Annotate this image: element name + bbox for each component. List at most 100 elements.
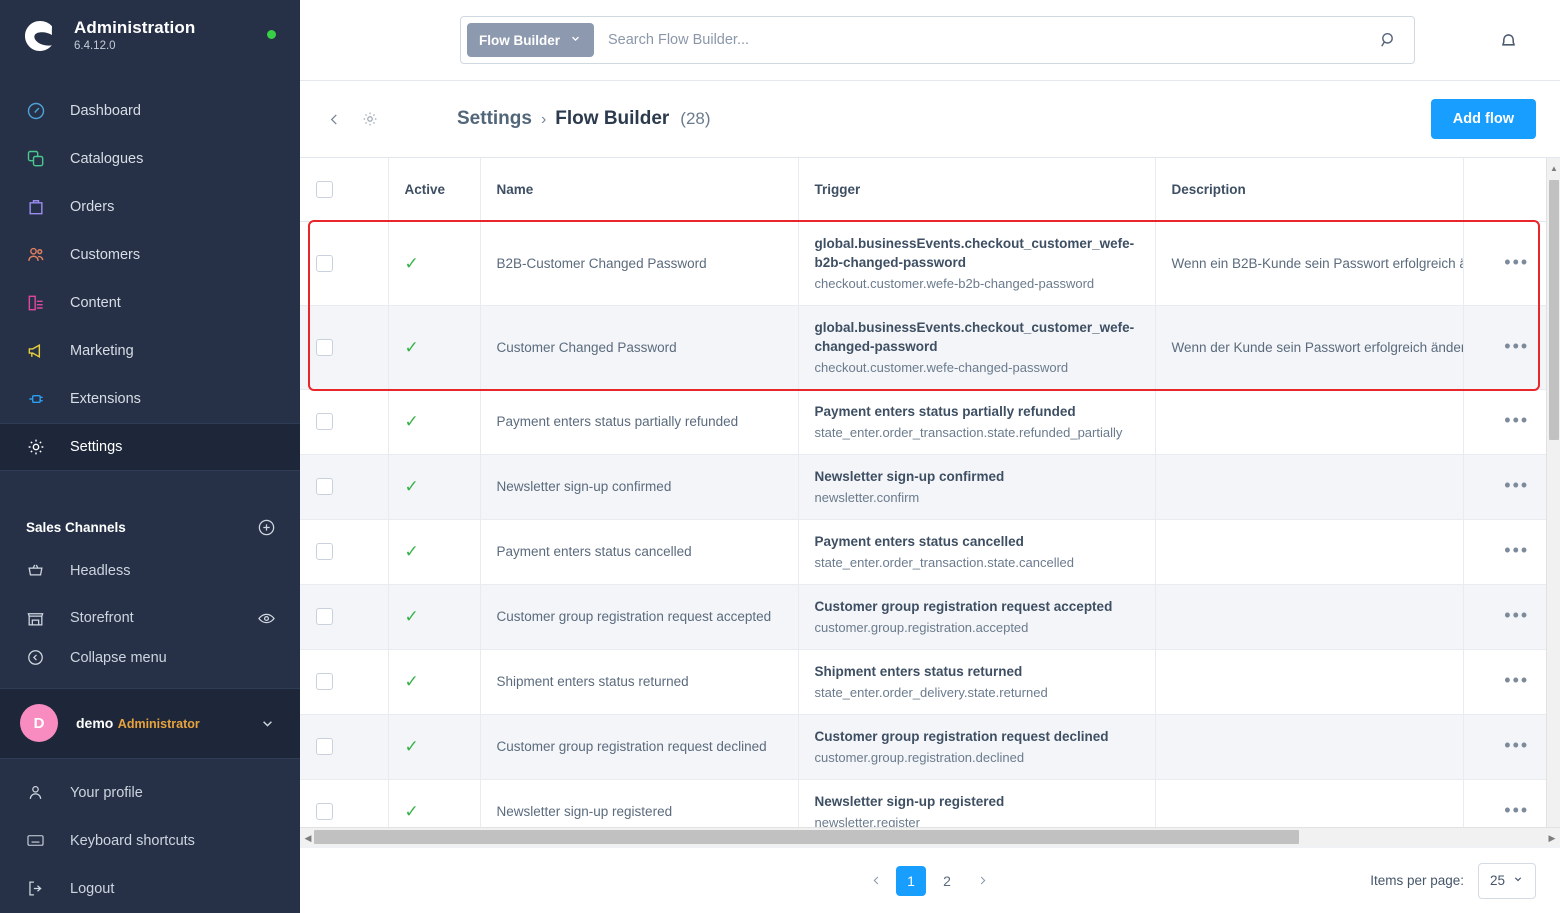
chevron-down-icon[interactable] [259, 715, 276, 732]
table-row[interactable]: ✓ Payment enters status partially refunde… [300, 389, 1560, 455]
scroll-right-arrow-icon[interactable]: ▶ [1544, 828, 1560, 848]
table-row[interactable]: ✓ Customer group registration request acc… [300, 584, 1560, 650]
logout-icon [26, 879, 52, 898]
sales-channels-header: Sales Channels [0, 507, 300, 547]
flow-table: Active Name Trigger Description ✓ B2B-Cus… [300, 158, 1560, 827]
description-cell [1155, 779, 1464, 827]
bell-icon[interactable] [1497, 29, 1536, 52]
ellipsis-icon[interactable]: ••• [1504, 475, 1529, 495]
ellipsis-icon[interactable]: ••• [1504, 410, 1529, 430]
row-checkbox[interactable] [316, 478, 333, 495]
sales-channel-headless[interactable]: Headless [0, 547, 300, 595]
sidebar-item-dashboard[interactable]: Dashboard [0, 87, 300, 135]
check-icon: ✓ [404, 477, 419, 496]
table-horizontal-scrollbar[interactable]: ◀ ▶ [300, 827, 1560, 847]
trigger-title: global.businessEvents.checkout_customer_… [814, 235, 1135, 270]
row-checkbox[interactable] [316, 338, 333, 356]
description-cell [1155, 389, 1464, 455]
search-input[interactable] [594, 32, 1378, 48]
page-settings-gear-icon[interactable] [355, 104, 385, 134]
column-header-name[interactable]: Name [480, 158, 799, 222]
sidebar-item-settings[interactable]: Settings [0, 423, 300, 472]
ellipsis-icon[interactable]: ••• [1504, 336, 1529, 356]
table-row[interactable]: ✓ Newsletter sign-up registered Newsletter… [300, 779, 1560, 827]
sales-channel-label: Storefront [70, 610, 134, 627]
ellipsis-icon[interactable]: ••• [1504, 800, 1529, 820]
sidebar-item-keyboard-shortcuts[interactable]: Keyboard shortcuts [0, 817, 300, 865]
app-version: 6.4.12.0 [74, 39, 116, 52]
flow-name-cell: B2B-Customer Changed Password [480, 221, 799, 306]
flow-count: (28) [680, 109, 711, 128]
table-row[interactable]: ✓ Shipment enters status returned Shipment… [300, 649, 1560, 715]
table-row[interactable]: ✓ Customer group registration request dec… [300, 714, 1560, 780]
basket-icon [26, 561, 52, 580]
plus-circle-icon[interactable] [257, 518, 276, 537]
scroll-up-arrow-icon[interactable]: ▲ [1547, 160, 1560, 176]
ellipsis-icon[interactable]: ••• [1504, 670, 1529, 690]
pagination-prev-button[interactable] [862, 867, 890, 895]
global-search-bar[interactable]: Flow Builder [460, 16, 1415, 64]
horizontal-scroll-thumb[interactable] [314, 830, 1299, 844]
sidebar-item-extensions[interactable]: Extensions [0, 375, 300, 423]
table-row[interactable]: ✓ Newsletter sign-up confirmed Newsletter … [300, 454, 1560, 520]
column-header-trigger[interactable]: Trigger [798, 158, 1156, 222]
row-select-cell [300, 305, 389, 390]
sidebar-label: Marketing [70, 343, 134, 360]
pagination-controls: 1 2 [862, 865, 996, 896]
sidebar-item-marketing[interactable]: Marketing [0, 327, 300, 375]
search-icon[interactable] [1378, 30, 1408, 50]
table-row[interactable]: ✓ B2B-Customer Changed Password global.bus… [300, 221, 1560, 306]
select-all-checkbox[interactable] [316, 180, 333, 198]
add-flow-button[interactable]: Add flow [1430, 99, 1536, 139]
trigger-title: Customer group registration request decl… [814, 728, 1109, 744]
ellipsis-icon[interactable]: ••• [1504, 605, 1529, 625]
user-menu[interactable]: D demo Administrator [0, 687, 300, 759]
bag-icon [26, 197, 52, 217]
pagination-page-1[interactable]: 1 [896, 865, 926, 896]
flow-table-body: ✓ B2B-Customer Changed Password global.bus… [300, 221, 1560, 827]
eye-icon[interactable] [257, 609, 276, 628]
search-scope-selector[interactable]: Flow Builder [467, 23, 594, 57]
breadcrumb-settings[interactable]: Settings [457, 108, 532, 130]
items-per-page-select[interactable]: 25 [1478, 862, 1536, 899]
back-button[interactable] [320, 105, 349, 134]
sales-channel-storefront[interactable]: Storefront [0, 594, 300, 642]
sidebar-item-logout[interactable]: Logout [0, 865, 300, 913]
check-icon: ✓ [404, 802, 419, 821]
sidebar-item-customers[interactable]: Customers [0, 231, 300, 279]
row-checkbox[interactable] [316, 543, 333, 560]
trigger-cell: Shipment enters status returned state_ent… [798, 649, 1156, 715]
sidebar-item-your-profile[interactable]: Your profile [0, 769, 300, 817]
sidebar-item-content[interactable]: Content [0, 279, 300, 327]
row-select-cell [300, 519, 389, 585]
sidebar-item-catalogues[interactable]: Catalogues [0, 135, 300, 183]
pagination-next-button[interactable] [968, 867, 996, 895]
pagination-page-2[interactable]: 2 [932, 866, 962, 896]
table-vertical-scrollbar[interactable]: ▲ [1546, 158, 1560, 827]
flow-table-zone: Active Name Trigger Description ✓ B2B-Cus… [300, 157, 1560, 847]
table-row[interactable]: ✓ Payment enters status cancelled Payment … [300, 519, 1560, 585]
trigger-cell: global.businessEvents.checkout_customer_… [798, 305, 1156, 390]
row-checkbox[interactable] [316, 738, 333, 755]
search-scope-label: Flow Builder [479, 32, 560, 48]
table-row[interactable]: ✓ Customer Changed Password global.busines… [300, 305, 1560, 390]
collapse-menu-button[interactable]: Collapse menu [0, 642, 300, 674]
vertical-scroll-thumb[interactable] [1549, 180, 1559, 440]
row-checkbox[interactable] [316, 254, 333, 272]
user-role: Administrator [117, 716, 200, 731]
ellipsis-icon[interactable]: ••• [1504, 252, 1529, 272]
column-header-active[interactable]: Active [388, 158, 481, 222]
row-checkbox[interactable] [316, 608, 333, 625]
sidebar-item-orders[interactable]: Orders [0, 183, 300, 231]
trigger-title: Payment enters status partially refunded [814, 403, 1076, 419]
row-checkbox[interactable] [316, 413, 333, 430]
column-header-description[interactable]: Description [1155, 158, 1464, 222]
ellipsis-icon[interactable]: ••• [1504, 735, 1529, 755]
flow-name-cell: Customer Changed Password [480, 305, 799, 390]
row-checkbox[interactable] [316, 803, 333, 820]
sidebar-label: Catalogues [70, 151, 144, 168]
row-checkbox[interactable] [316, 673, 333, 690]
trigger-cell: Newsletter sign-up registered newsletter.… [798, 779, 1156, 827]
brand-text: Administration 6.4.12.0 [74, 18, 195, 54]
ellipsis-icon[interactable]: ••• [1504, 540, 1529, 560]
